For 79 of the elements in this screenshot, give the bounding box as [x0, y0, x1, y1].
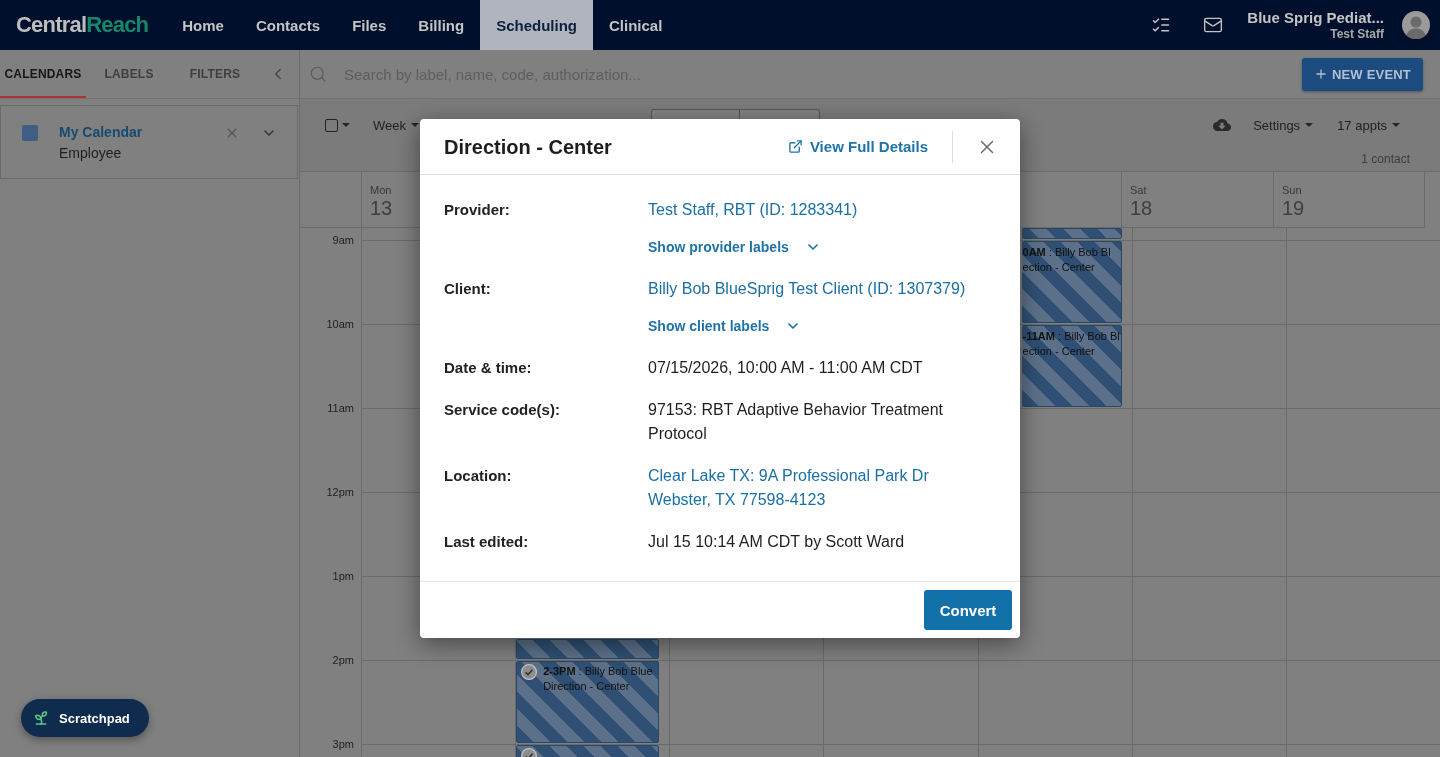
field-label: Provider: [444, 200, 510, 220]
new-event-button[interactable]: NEW EVENT [1301, 57, 1423, 91]
day-date: 13 [370, 197, 393, 219]
user-name: Test Staff [1330, 26, 1384, 42]
field-label: Client: [444, 279, 491, 299]
time-label: 9am [332, 233, 354, 248]
plus-icon [1313, 67, 1328, 81]
event-service: ection - Center [1022, 260, 1095, 275]
field-value: 97153: RBT Adaptive Behavior Treatment Protocol [648, 400, 944, 444]
time-label: 1pm [332, 569, 354, 584]
sidebar-tab[interactable]: LABELS [86, 50, 172, 98]
time-label: 12pm [326, 485, 354, 500]
field-label: Service code(s): [444, 400, 560, 420]
convert-button[interactable]: Convert [924, 590, 1012, 630]
nav-tab[interactable]: Home [166, 0, 240, 50]
dialog-title: Direction - Center [444, 134, 612, 160]
show-labels-toggle[interactable]: Show client labels [648, 314, 802, 338]
event-block[interactable]: -11AM : Billy Bob Bl ection - Center [1021, 325, 1122, 407]
day-date: 18 [1130, 197, 1153, 219]
checklist-icon[interactable] [1151, 15, 1172, 35]
caret-icon [1305, 123, 1314, 127]
nav-tab[interactable]: Clinical [593, 0, 679, 50]
mail-icon[interactable] [1203, 15, 1224, 35]
toggle-button[interactable] [651, 109, 740, 119]
nav-tab[interactable]: Files [336, 0, 403, 50]
time-label: 11am [327, 401, 354, 416]
show-labels-toggle[interactable]: Show provider labels [648, 235, 821, 259]
view-dropdown[interactable]: Week [373, 117, 419, 133]
event-title: -11AM : Billy Bob Bl [1022, 329, 1120, 344]
cloud-download-icon[interactable] [1213, 116, 1232, 134]
event-block[interactable] [1021, 228, 1122, 239]
caret-icon [342, 123, 350, 127]
calendar-type: Employee [59, 144, 122, 162]
sidebar-tab[interactable]: CALENDARS [0, 50, 86, 98]
event-service: Direction - Center [543, 679, 630, 694]
contact-count: 1 contact [1361, 151, 1410, 167]
field-label: Last edited: [444, 532, 529, 552]
field-value: Jul 15 10:14 AM CDT by Scott Ward [648, 532, 905, 552]
event-block[interactable]: 2-3PM : Billy Bob Blue Direction - Center [516, 661, 660, 743]
nav-tab[interactable]: Contacts [239, 0, 337, 50]
calendar-swatch-icon[interactable] [22, 125, 38, 141]
sidebar-tab[interactable]: FILTERS [172, 50, 258, 98]
event-block[interactable] [516, 639, 660, 659]
field-label: Location: [444, 466, 512, 486]
select-menu-button[interactable] [325, 118, 350, 132]
field-label: Date & time: [444, 358, 532, 378]
toggle-button[interactable] [740, 109, 820, 119]
avatar-icon[interactable] [1402, 11, 1430, 39]
field-link[interactable]: Billy Bob BlueSprig Test Client (ID: 1307379) [648, 277, 966, 301]
select-all-checkbox[interactable] [325, 118, 338, 132]
event-service: ection - Center [1022, 344, 1095, 359]
day-name: Mon [370, 183, 392, 197]
address-link[interactable]: Clear Lake TX: 9A Professional Park Dr Webster, TX 77598-4123 [648, 464, 929, 512]
sprout-icon [33, 710, 49, 726]
calendar-item[interactable]: My Calendar Employee [0, 105, 298, 179]
day-date: 19 [1282, 197, 1305, 219]
scratchpad-button[interactable]: Scratchpad [21, 699, 149, 737]
brand-logo[interactable]: CentralReach [16, 12, 149, 38]
nav-tab[interactable]: Billing [402, 0, 481, 50]
settings-dropdown[interactable]: Settings [1253, 117, 1314, 133]
calendar-name: My Calendar [59, 124, 143, 141]
time-label: 10am [326, 317, 354, 332]
appointments-dropdown[interactable]: 17 appts [1337, 117, 1400, 133]
search-icon [309, 65, 327, 83]
field-link[interactable]: Test Staff, RBT (ID: 1283341) [648, 198, 858, 222]
view-details-link[interactable]: View Full Details [787, 138, 928, 155]
event-block[interactable]: 0AM : Billy Bob Bl ection - Center [1021, 241, 1122, 323]
day-name: Sat [1130, 183, 1147, 197]
external-link-icon [787, 139, 803, 154]
caret-icon [1392, 123, 1400, 127]
event-title: 0AM : Billy Bob Bl [1022, 245, 1111, 260]
day-name: Sun [1282, 183, 1302, 197]
nav-tab[interactable]: Scheduling [480, 0, 593, 50]
caret-icon [411, 123, 419, 127]
time-label: 3pm [332, 737, 354, 752]
organization-name[interactable]: Blue Sprig Pediat... [1247, 8, 1384, 27]
field-value: 07/15/2026, 10:00 AM - 11:00 AM CDT [648, 358, 923, 378]
event-title: 2-3PM : Billy Bob Blue [543, 664, 653, 679]
time-label: 2pm [332, 653, 354, 668]
